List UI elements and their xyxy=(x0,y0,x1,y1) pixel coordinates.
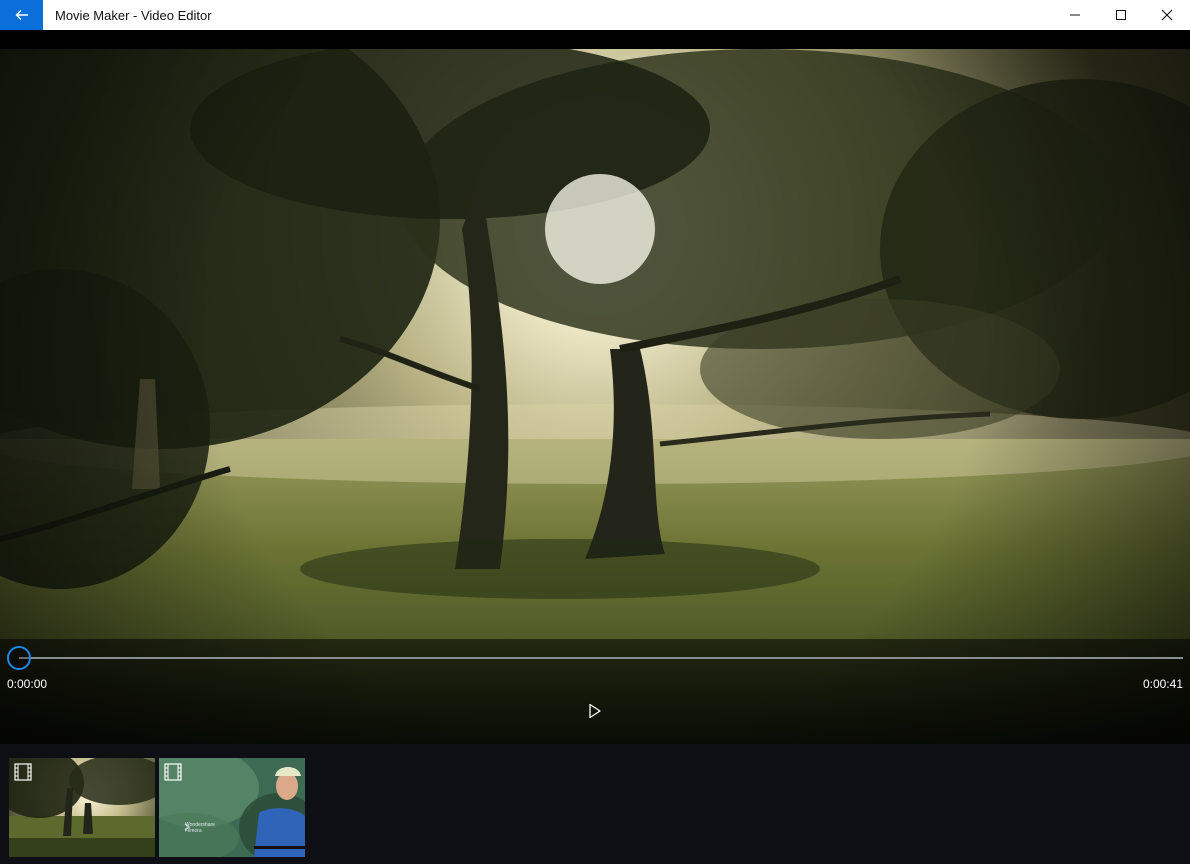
window-controls xyxy=(1052,0,1190,30)
film-strip-icon xyxy=(14,763,32,781)
seek-thumb[interactable] xyxy=(7,646,31,670)
title-bar: Movie Maker - Video Editor xyxy=(0,0,1190,30)
play-icon xyxy=(589,703,601,719)
storyboard-clip[interactable]: Wondershare Filmora xyxy=(159,758,305,857)
maximize-button[interactable] xyxy=(1098,0,1144,30)
close-icon xyxy=(1161,9,1173,21)
storyboard-clip[interactable] xyxy=(9,758,155,857)
back-button[interactable] xyxy=(0,0,43,30)
minimize-icon xyxy=(1070,14,1080,16)
playback-controls: 0:00:00 0:00:41 xyxy=(0,639,1190,754)
storyboard: Wondershare Filmora xyxy=(0,744,1190,864)
film-strip-icon xyxy=(164,763,182,781)
play-button[interactable] xyxy=(583,699,607,723)
seek-bar[interactable] xyxy=(19,657,1183,659)
window-title: Movie Maker - Video Editor xyxy=(55,7,212,23)
close-button[interactable] xyxy=(1144,0,1190,30)
preview-stage: 0:00:00 0:00:41 xyxy=(0,30,1190,754)
total-duration: 0:00:41 xyxy=(1142,677,1183,691)
current-time: 0:00:00 xyxy=(7,677,48,691)
maximize-icon xyxy=(1116,10,1126,20)
clip-caption: Wondershare Filmora xyxy=(185,822,215,834)
back-arrow-icon xyxy=(15,10,28,20)
minimize-button[interactable] xyxy=(1052,0,1098,30)
video-preview[interactable]: 0:00:00 0:00:41 xyxy=(0,49,1190,754)
clip-caption-line2: Filmora xyxy=(185,828,202,834)
